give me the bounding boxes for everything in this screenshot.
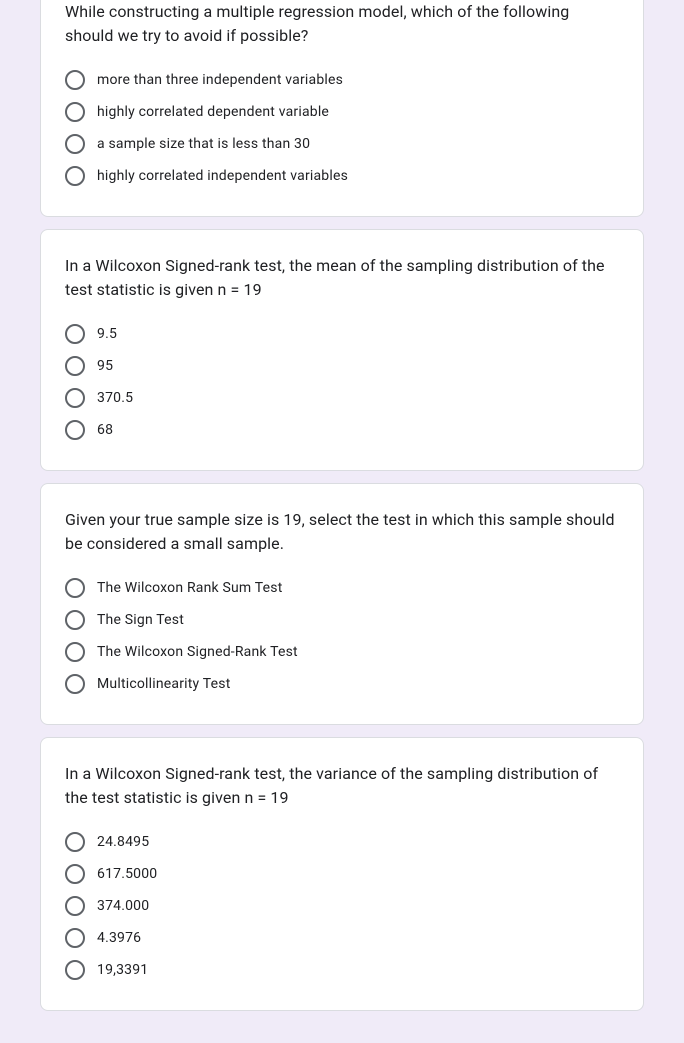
form-page: While constructing a multiple regression… [0,0,684,1043]
radio-icon [65,864,85,884]
option-label: 4.3976 [97,928,141,948]
radio-icon [65,166,85,186]
question-prompt: Given your true sample size is 19, selec… [65,508,619,556]
radio-icon [65,420,85,440]
radio-icon [65,578,85,598]
radio-option[interactable]: Multicollinearity Test [65,668,619,700]
radio-option[interactable]: highly correlated dependent variable [65,96,619,128]
question-card: In a Wilcoxon Signed-rank test, the vari… [40,737,644,1011]
question-card: Given your true sample size is 19, selec… [40,483,644,725]
radio-icon [65,610,85,630]
question-prompt: In a Wilcoxon Signed-rank test, the vari… [65,762,619,810]
radio-icon [65,928,85,948]
radio-icon [65,134,85,154]
radio-option[interactable]: 374.000 [65,890,619,922]
radio-option[interactable]: 4.3976 [65,922,619,954]
option-label: 24.8495 [97,832,149,852]
option-label: 370.5 [97,388,133,408]
question-prompt: While constructing a multiple regression… [65,0,619,48]
option-label: highly correlated independent variables [97,166,348,186]
option-label: 9.5 [97,324,117,344]
option-label: 374.000 [97,896,149,916]
radio-icon [65,642,85,662]
option-label: highly correlated dependent variable [97,102,329,122]
question-prompt: In a Wilcoxon Signed-rank test, the mean… [65,254,619,302]
radio-option[interactable]: The Wilcoxon Signed-Rank Test [65,636,619,668]
radio-option[interactable]: 370.5 [65,382,619,414]
option-label: The Wilcoxon Signed-Rank Test [97,642,298,662]
radio-option[interactable]: highly correlated independent variables [65,160,619,192]
radio-icon [65,102,85,122]
radio-option[interactable]: more than three independent variables [65,64,619,96]
radio-icon [65,832,85,852]
option-label: 95 [97,356,113,376]
option-label: The Wilcoxon Rank Sum Test [97,578,283,598]
radio-option[interactable]: 617.5000 [65,858,619,890]
radio-icon [65,674,85,694]
radio-option[interactable]: 68 [65,414,619,446]
radio-option[interactable]: The Wilcoxon Rank Sum Test [65,572,619,604]
radio-icon [65,356,85,376]
radio-option[interactable]: 9.5 [65,318,619,350]
radio-icon [65,896,85,916]
option-label: 19,3391 [97,960,148,980]
radio-icon [65,960,85,980]
radio-icon [65,388,85,408]
radio-icon [65,70,85,90]
question-card: In a Wilcoxon Signed-rank test, the mean… [40,229,644,471]
option-label: The Sign Test [97,610,184,630]
option-label: more than three independent variables [97,70,343,90]
radio-option[interactable]: The Sign Test [65,604,619,636]
option-label: Multicollinearity Test [97,674,230,694]
option-label: 68 [97,420,113,440]
radio-option[interactable]: 95 [65,350,619,382]
radio-option[interactable]: 19,3391 [65,954,619,986]
radio-icon [65,324,85,344]
radio-option[interactable]: a sample size that is less than 30 [65,128,619,160]
option-label: 617.5000 [97,864,157,884]
question-card: While constructing a multiple regression… [40,0,644,217]
option-label: a sample size that is less than 30 [97,134,310,154]
radio-option[interactable]: 24.8495 [65,826,619,858]
